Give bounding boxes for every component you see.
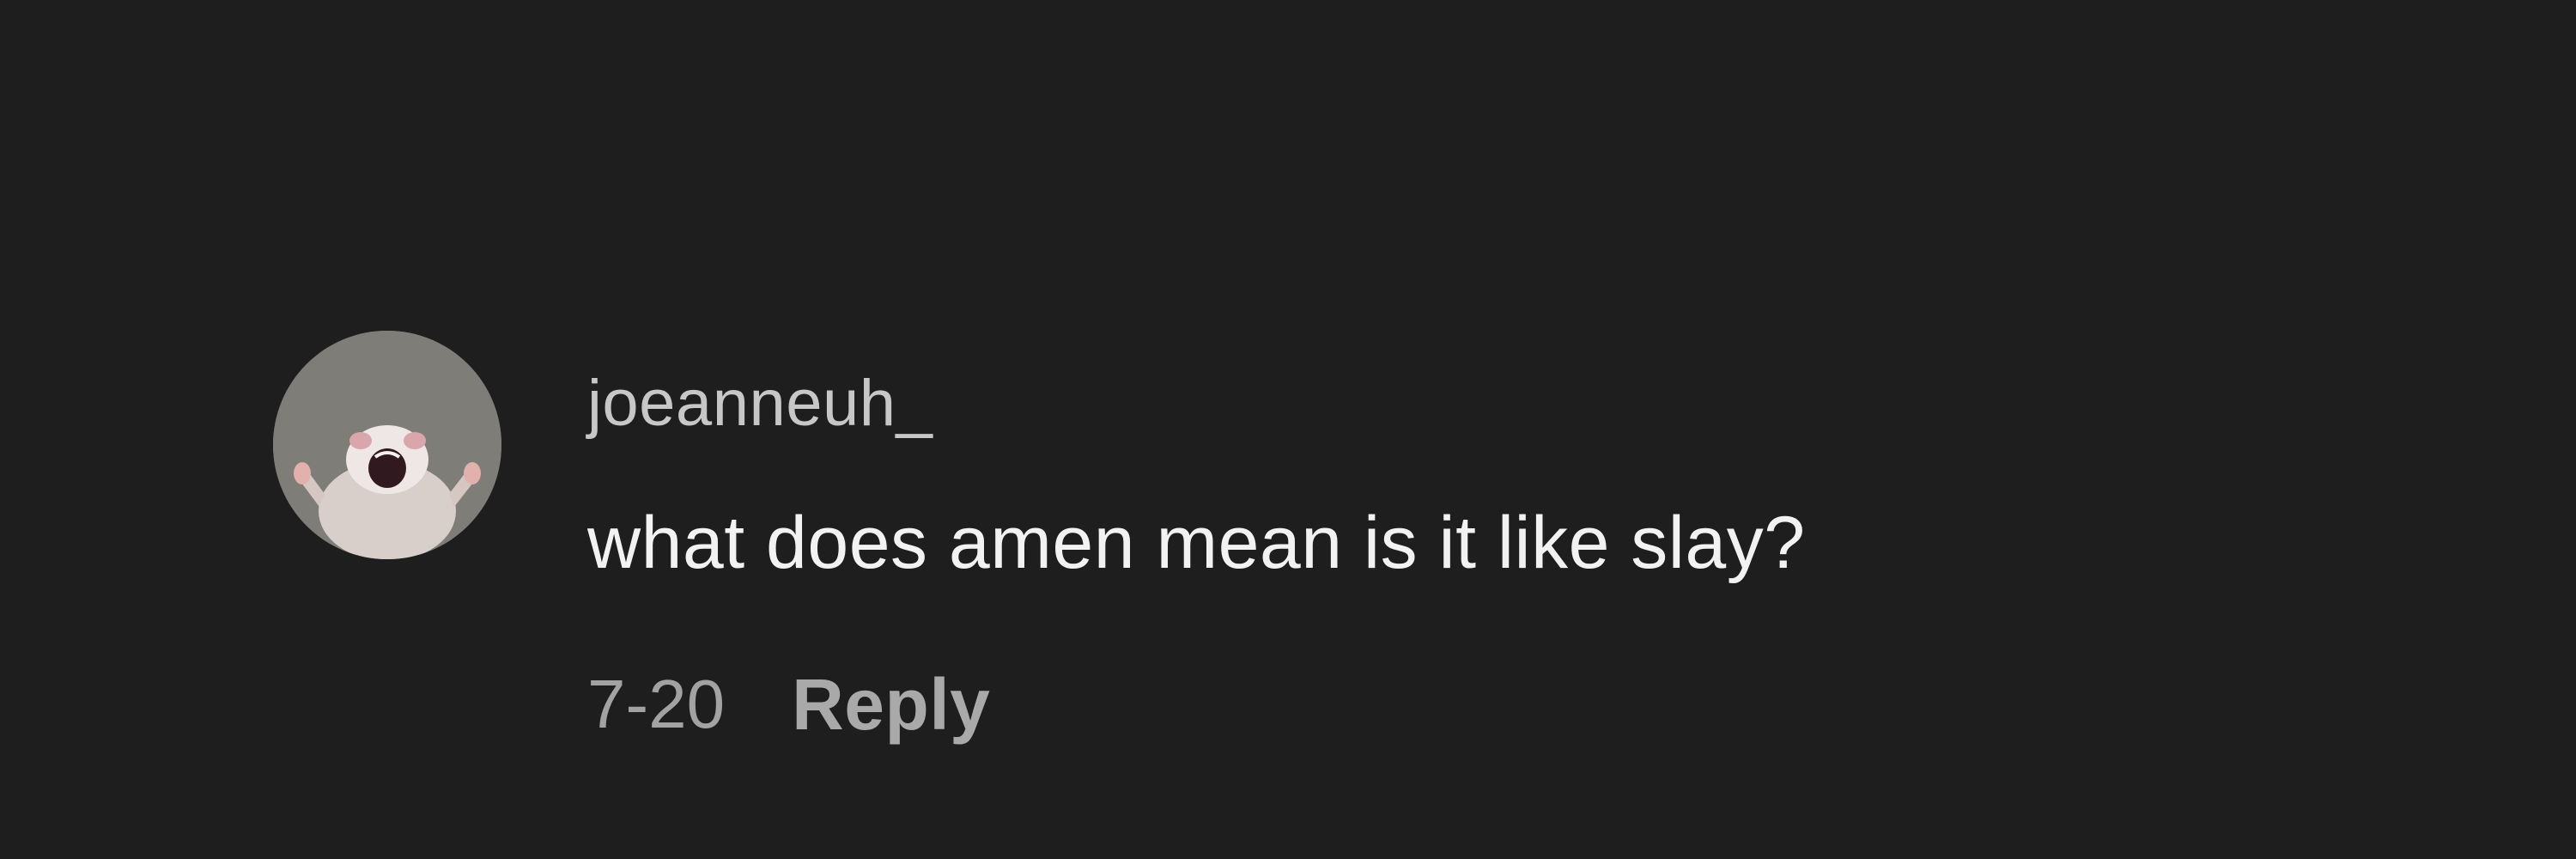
- comment-item: joeanneuh_ what does amen mean is it lik…: [273, 331, 2334, 777]
- user-avatar[interactable]: [273, 331, 501, 559]
- reply-button[interactable]: Reply: [792, 657, 990, 752]
- comment-username[interactable]: joeanneuh_: [587, 361, 933, 447]
- comment-meta: 7-20 Reply: [587, 657, 990, 752]
- comment-date: 7-20: [587, 666, 726, 742]
- user-avatar-rat-icon: [273, 331, 501, 559]
- comment-text: what does amen mean is it like slay?: [587, 502, 1806, 584]
